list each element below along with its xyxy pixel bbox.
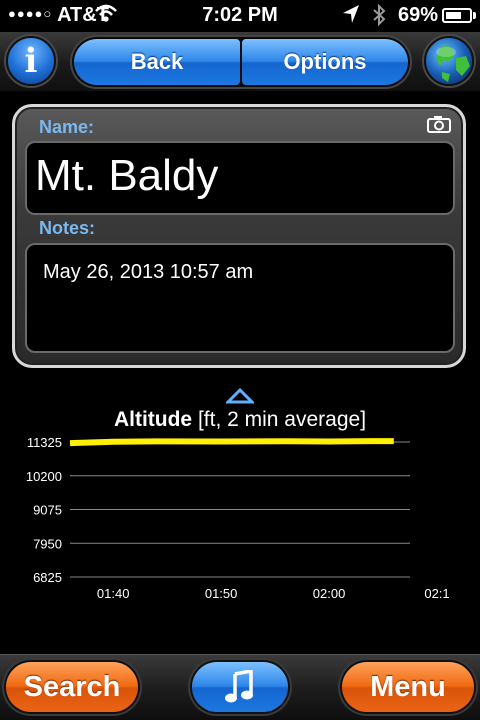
search-button[interactable]: Search <box>6 662 138 712</box>
chart-title-main: Altitude <box>113 408 193 431</box>
chart-toggle-arrow-icon[interactable] <box>224 387 256 409</box>
options-button[interactable]: Options <box>242 39 408 85</box>
info-icon: i <box>24 41 38 81</box>
battery-icon <box>442 8 472 23</box>
notes-value: May 26, 2013 10:57 am <box>43 261 254 283</box>
status-bar: ●●●●○ AT&T 7:02 PM 69% <box>0 0 480 32</box>
x-tick-label: 01:50 <box>205 586 238 601</box>
location-arrow-icon <box>342 4 360 29</box>
name-value: Mt. Baldy <box>35 151 219 200</box>
battery-percent: 69% <box>398 4 439 26</box>
altitude-series-line <box>69 438 394 447</box>
x-tick-label: 02:00 <box>313 586 346 601</box>
music-button[interactable] <box>192 662 288 712</box>
notes-field[interactable]: May 26, 2013 10:57 am <box>25 243 455 353</box>
globe-icon <box>436 46 470 82</box>
top-nav-bar: i Back Options <box>0 32 480 92</box>
y-tick-label: 7950 <box>33 536 62 551</box>
y-tick-label: 6825 <box>33 570 62 585</box>
globe-button[interactable] <box>424 36 474 86</box>
nav-segmented-control: Back Options <box>72 37 410 87</box>
y-tick-label: 10200 <box>26 469 62 484</box>
y-tick-label: 11325 <box>27 435 62 450</box>
battery-fill <box>446 12 461 19</box>
name-label: Name: <box>39 117 95 137</box>
y-tick-label: 9075 <box>33 503 62 518</box>
chart-title: Altitude [ft, 2 min average] <box>0 408 480 432</box>
menu-button[interactable]: Menu <box>342 662 474 712</box>
x-tick-label: 02:1 <box>424 586 449 601</box>
altitude-chart: 11325 10200 9075 7950 6825 01:40 01:50 02:00 02:… <box>26 435 450 601</box>
waypoint-card: Name: Mt. Baldy Notes: May 26, 2013 10:5… <box>12 104 466 368</box>
bottom-toolbar: Search Menu <box>0 654 480 720</box>
battery-nub <box>473 12 476 19</box>
camera-icon[interactable] <box>427 115 451 133</box>
back-button[interactable]: Back <box>74 39 240 85</box>
name-field[interactable]: Mt. Baldy <box>25 141 455 215</box>
notes-label: Notes: <box>39 218 96 238</box>
x-tick-label: 01:40 <box>97 586 130 601</box>
info-button[interactable]: i <box>6 36 56 86</box>
music-note-icon <box>225 670 253 703</box>
bluetooth-icon <box>372 3 386 33</box>
chart-subtitle: [ft, 2 min average] <box>197 408 367 431</box>
